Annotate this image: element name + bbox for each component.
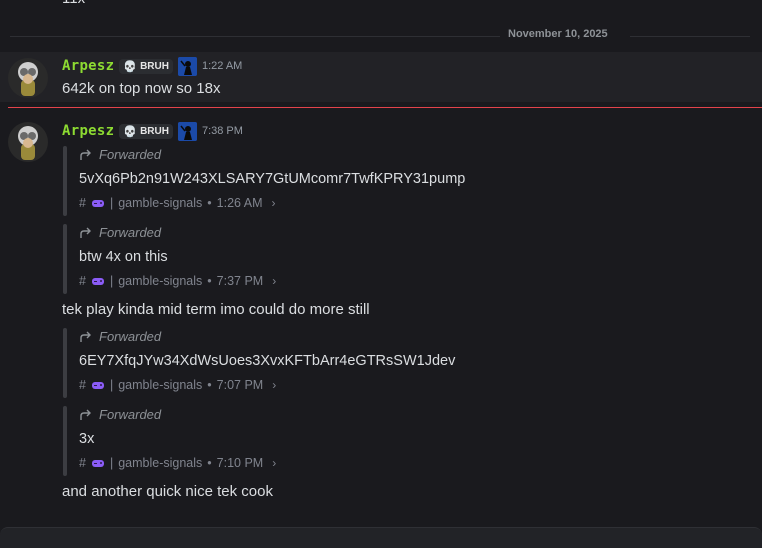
- channel-hash: #: [79, 196, 86, 210]
- date-divider: November 10, 2025: [0, 28, 762, 40]
- forward-arrow-icon: [80, 227, 91, 238]
- forwarded-text: Forwarded: [99, 147, 162, 162]
- channel-name[interactable]: gamble-signals: [118, 456, 202, 470]
- channel-hash: #: [79, 378, 86, 392]
- channel-name[interactable]: gamble-signals: [118, 274, 202, 288]
- meta-dot: •: [207, 456, 212, 470]
- timestamp[interactable]: 7:38 PM: [202, 125, 243, 137]
- skull-icon: 💀: [123, 60, 138, 73]
- username[interactable]: Arpesz: [62, 58, 114, 74]
- forwarded-text: Forwarded: [99, 407, 162, 422]
- message-composer[interactable]: [0, 527, 762, 548]
- avatar[interactable]: [8, 58, 48, 98]
- guild-tag[interactable]: 💀 BRUH: [119, 58, 173, 74]
- forwarded-label: Forwarded: [79, 329, 161, 344]
- forward-quote-bar: [63, 146, 67, 216]
- channel-hash: #: [79, 274, 86, 288]
- message-header: Arpesz 💀 BRUH 1:22 AM: [62, 56, 242, 76]
- forwarded-content: 5vXq6Pb2n91W243XLSARY7GtUMcomr7TwfKPRY31…: [79, 171, 466, 187]
- forward-quote-bar: [63, 328, 67, 398]
- avatar[interactable]: [8, 122, 48, 162]
- forward-source[interactable]: # | gamble-signals • 7:37 PM ›: [79, 274, 276, 288]
- forward-arrow-icon: [80, 409, 91, 420]
- role-badge-icon[interactable]: [177, 56, 197, 76]
- gamepad-icon: [91, 200, 104, 207]
- chevron-right-icon: ›: [272, 378, 277, 392]
- timestamp[interactable]: 1:22 AM: [202, 60, 242, 72]
- new-messages-divider: [8, 107, 762, 108]
- forward-arrow-icon: [80, 331, 91, 342]
- message-header: Arpesz 💀 BRUH 7:38 PM: [62, 121, 243, 141]
- meta-separator: |: [109, 274, 114, 288]
- chevron-right-icon: ›: [271, 196, 276, 210]
- forwarded-content: btw 4x on this: [79, 249, 168, 265]
- forward-source[interactable]: # | gamble-signals • 7:07 PM ›: [79, 378, 276, 392]
- forwarded-label: Forwarded: [79, 225, 161, 240]
- forwarded-content: 6EY7XfqJYw34XdWsUoes3XvxKFTbArr4eGTRsSW1…: [79, 353, 456, 369]
- gamepad-icon: [91, 460, 104, 467]
- meta-separator: |: [109, 456, 114, 470]
- forward-time: 7:07 PM: [216, 378, 264, 392]
- previous-message-text: 11x: [62, 0, 85, 7]
- forwarded-text: Forwarded: [99, 225, 162, 240]
- chevron-right-icon: ›: [272, 456, 277, 470]
- forward-source[interactable]: # | gamble-signals • 7:10 PM ›: [79, 456, 276, 470]
- date-divider-label: November 10, 2025: [500, 28, 616, 40]
- forward-time: 7:10 PM: [216, 456, 264, 470]
- channel-name[interactable]: gamble-signals: [118, 196, 202, 210]
- message-text: 642k on top now so 18x: [62, 80, 221, 97]
- forwarded-content: 3x: [79, 431, 95, 447]
- forward-time: 1:26 AM: [216, 196, 263, 210]
- forwarded-label: Forwarded: [79, 147, 161, 162]
- message-text: and another quick nice tek cook: [62, 483, 273, 500]
- channel-hash: #: [79, 456, 86, 470]
- guild-tag-label: BRUH: [140, 125, 169, 137]
- channel-name[interactable]: gamble-signals: [118, 378, 202, 392]
- gamepad-icon: [91, 278, 104, 285]
- forward-source[interactable]: # | gamble-signals • 1:26 AM ›: [79, 196, 276, 210]
- forwarded-label: Forwarded: [79, 407, 161, 422]
- forward-quote-bar: [63, 406, 67, 476]
- meta-separator: |: [109, 378, 114, 392]
- username[interactable]: Arpesz: [62, 123, 114, 139]
- meta-dot: •: [207, 274, 212, 288]
- role-badge-icon[interactable]: [177, 121, 197, 141]
- gamepad-icon: [91, 382, 104, 389]
- message-text: tek play kinda mid term imo could do mor…: [62, 301, 370, 318]
- forward-quote-bar: [63, 224, 67, 294]
- guild-tag[interactable]: 💀 BRUH: [119, 123, 173, 139]
- forward-arrow-icon: [80, 149, 91, 160]
- skull-icon: 💀: [123, 125, 138, 138]
- meta-separator: |: [109, 196, 114, 210]
- chevron-right-icon: ›: [272, 274, 277, 288]
- guild-tag-label: BRUH: [140, 60, 169, 72]
- meta-dot: •: [207, 378, 212, 392]
- forwarded-text: Forwarded: [99, 329, 162, 344]
- meta-dot: •: [207, 196, 212, 210]
- forward-time: 7:37 PM: [216, 274, 264, 288]
